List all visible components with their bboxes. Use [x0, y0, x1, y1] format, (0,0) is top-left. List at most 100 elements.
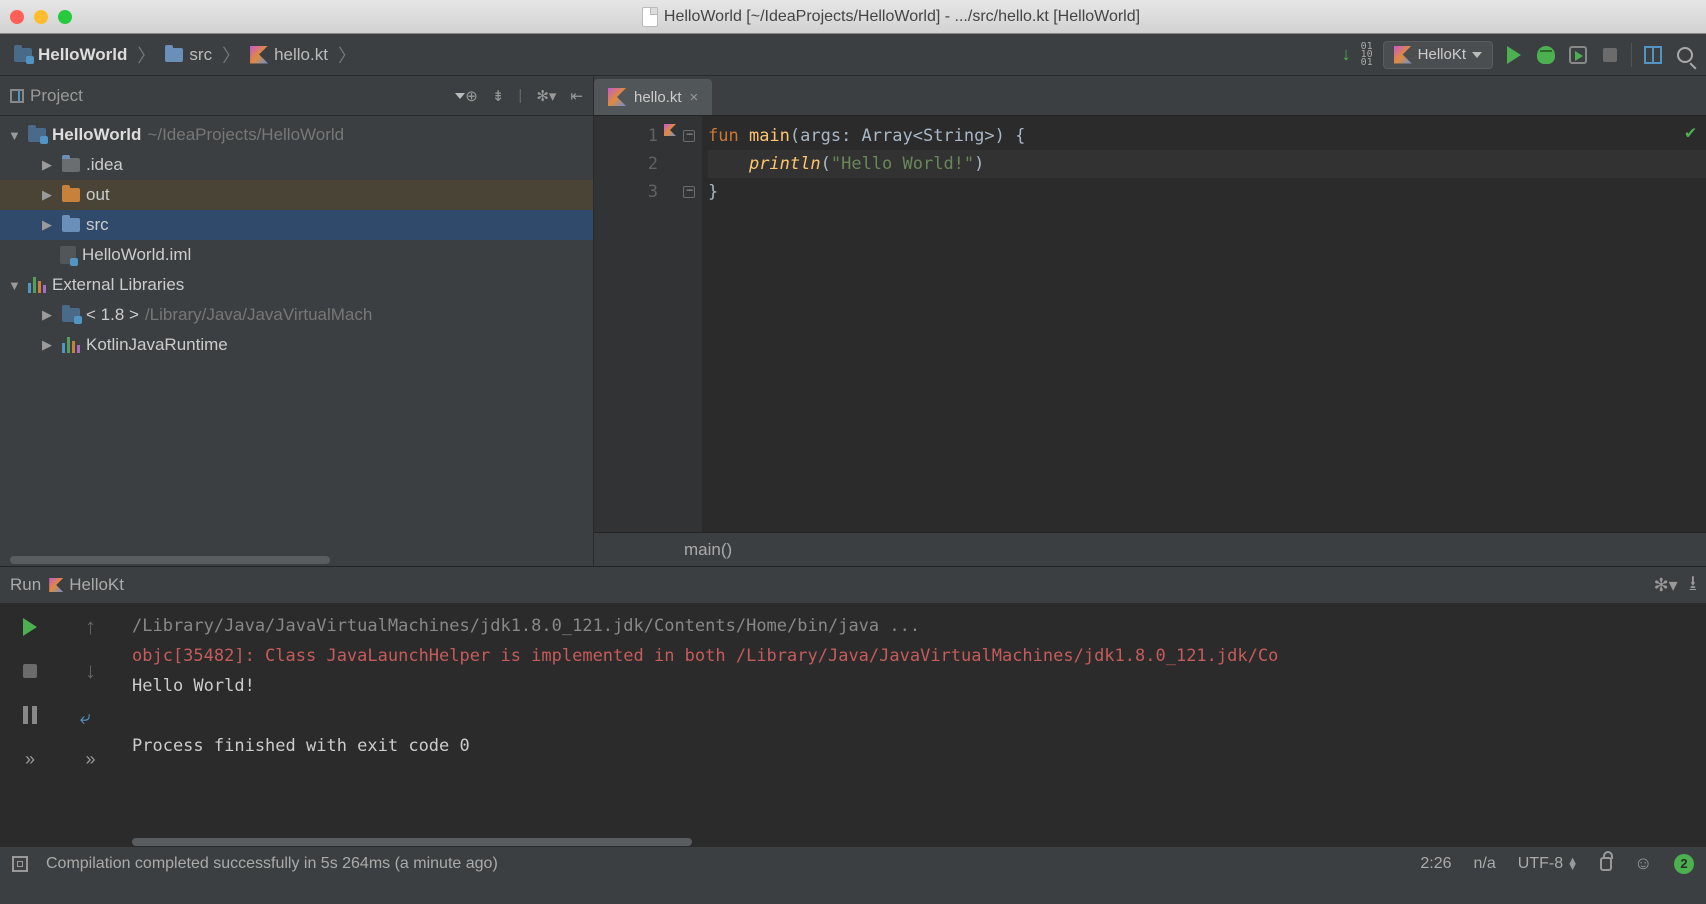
gear-icon[interactable]: ✻▾ [536, 87, 556, 105]
hide-icon[interactable]: ⇤ [570, 87, 583, 105]
breadcrumb-folder[interactable]: src [161, 41, 216, 69]
inspection-ok-icon[interactable]: ✔ [1685, 122, 1696, 143]
bug-icon [1537, 46, 1555, 64]
tree-item-path: /Library/Java/JavaVirtualMach [145, 305, 372, 325]
tree-row-idea[interactable]: ▶ .idea [0, 150, 593, 180]
chevron-down-icon[interactable] [455, 93, 465, 99]
tree-row-kotlin-runtime[interactable]: ▶ KotlinJavaRuntime [0, 330, 593, 360]
cursor-position[interactable]: 2:26 [1420, 855, 1451, 873]
kotlin-gutter-icon[interactable] [664, 124, 676, 136]
horizontal-scrollbar[interactable] [132, 838, 692, 846]
console-stdout: Hello World! [132, 676, 255, 696]
folder-icon [165, 48, 183, 62]
tree-row-root[interactable]: ▼ HelloWorld ~/IdeaProjects/HelloWorld [0, 120, 593, 150]
fold-icon[interactable] [683, 186, 695, 198]
stop-icon [1603, 48, 1617, 62]
tab-close-icon[interactable]: × [690, 89, 699, 106]
kotlin-icon [49, 578, 63, 592]
file-encoding[interactable]: UTF-8▲▼ [1518, 855, 1578, 873]
tree-row-src[interactable]: ▶ src [0, 210, 593, 240]
window-zoom-button[interactable] [58, 10, 72, 24]
breadcrumb-file[interactable]: hello.kt [246, 41, 332, 69]
project-panel-title[interactable]: Project [30, 86, 83, 106]
binary-icon[interactable]: 011001 [1361, 43, 1373, 67]
window-minimize-button[interactable] [34, 10, 48, 24]
run-button[interactable] [1503, 44, 1525, 66]
play-icon [23, 618, 37, 636]
update-icon[interactable]: ↓ [1342, 44, 1351, 65]
code-function: println [749, 154, 821, 174]
chevron-right-icon: 〉 [222, 42, 240, 68]
coverage-icon [1569, 46, 1587, 64]
run-panel-title[interactable]: Run [10, 575, 41, 595]
stop-button[interactable] [1599, 44, 1621, 66]
export-icon[interactable]: ⭳ [1690, 570, 1696, 600]
layout-icon [1644, 46, 1662, 64]
tree-row-jdk[interactable]: ▶ < 1.8 > /Library/Java/JavaVirtualMach [0, 300, 593, 330]
editor-tab-hello[interactable]: hello.kt × [594, 79, 712, 115]
module-icon [28, 128, 46, 142]
double-chevron-icon: » [25, 749, 35, 770]
arrow-down-icon: ↓ [85, 658, 96, 684]
tree-row-external-libs[interactable]: ▼ External Libraries [0, 270, 593, 300]
line-separator-value: n/a [1474, 855, 1496, 873]
breadcrumb-project[interactable]: HelloWorld [10, 41, 131, 69]
iml-file-icon [60, 246, 76, 264]
console-output[interactable]: /Library/Java/JavaVirtualMachines/jdk1.8… [120, 603, 1706, 836]
readonly-toggle[interactable] [1600, 857, 1612, 871]
locate-icon[interactable]: ⊕ [465, 87, 478, 105]
project-view-icon [10, 89, 24, 103]
gear-icon[interactable]: ✻▾ [1654, 575, 1678, 596]
code-text: ) [974, 154, 984, 174]
file-icon [642, 7, 658, 27]
more-button[interactable]: » [18, 747, 42, 771]
soft-wrap-button[interactable]: ⤶ [79, 703, 103, 727]
structure-crumb[interactable]: main() [684, 540, 732, 560]
layout-button[interactable] [1642, 44, 1664, 66]
search-button[interactable] [1674, 44, 1696, 66]
tree-row-out[interactable]: ▶ out [0, 180, 593, 210]
chevron-right-icon: 〉 [137, 42, 155, 68]
window-close-button[interactable] [10, 10, 24, 24]
tree-item-label: out [86, 185, 110, 205]
encoding-value: UTF-8 [1518, 855, 1563, 873]
status-message: Compilation completed successfully in 5s… [46, 855, 498, 873]
window-title: HelloWorld [~/IdeaProjects/HelloWorld] -… [664, 8, 1140, 26]
debug-button[interactable] [1535, 44, 1557, 66]
kotlin-file-icon [250, 46, 268, 64]
arrow-up-icon: ↑ [85, 614, 96, 640]
code-keyword: fun [708, 126, 749, 146]
tree-item-label: < 1.8 > [86, 305, 139, 325]
run-config-label: HelloKt [1418, 46, 1466, 63]
tree-item-label: .idea [86, 155, 123, 175]
stop-button[interactable] [18, 659, 42, 683]
tree-row-iml[interactable]: HelloWorld.iml [0, 240, 593, 270]
libraries-icon [28, 277, 46, 293]
fold-icon[interactable] [683, 130, 695, 142]
inspection-profile[interactable]: ☺ [1634, 857, 1652, 871]
tool-windows-icon[interactable] [12, 856, 28, 872]
run-config-selector[interactable]: HelloKt [1383, 41, 1493, 69]
rerun-button[interactable] [18, 615, 42, 639]
project-tree[interactable]: ▼ HelloWorld ~/IdeaProjects/HelloWorld ▶… [0, 116, 593, 556]
event-log-badge[interactable]: 2 [1674, 854, 1694, 874]
line-separator[interactable]: n/a [1474, 855, 1496, 873]
breadcrumb-project-label: HelloWorld [38, 45, 127, 65]
coverage-button[interactable] [1567, 44, 1589, 66]
breadcrumb-folder-label: src [189, 45, 212, 65]
scroll-up-button[interactable]: ↑ [79, 615, 103, 639]
chevron-right-icon: 〉 [338, 42, 356, 68]
scroll-down-button[interactable]: ↓ [79, 659, 103, 683]
search-icon [1677, 47, 1693, 63]
horizontal-scrollbar[interactable] [10, 556, 330, 564]
kotlin-icon [1394, 46, 1412, 64]
pause-button[interactable] [18, 703, 42, 727]
console-exit: Process finished with exit code 0 [132, 736, 470, 756]
collapse-all-icon[interactable]: ⇟ [492, 87, 505, 105]
code-editor[interactable]: 1 2 3 fun main(args: Array<String>) { pr… [594, 116, 1706, 532]
double-chevron-icon: » [85, 749, 95, 770]
editor-tab-label: hello.kt [634, 89, 682, 106]
more-button[interactable]: » [79, 747, 103, 771]
soft-wrap-icon: ⤶ [80, 707, 102, 723]
line-number: 2 [594, 150, 658, 178]
